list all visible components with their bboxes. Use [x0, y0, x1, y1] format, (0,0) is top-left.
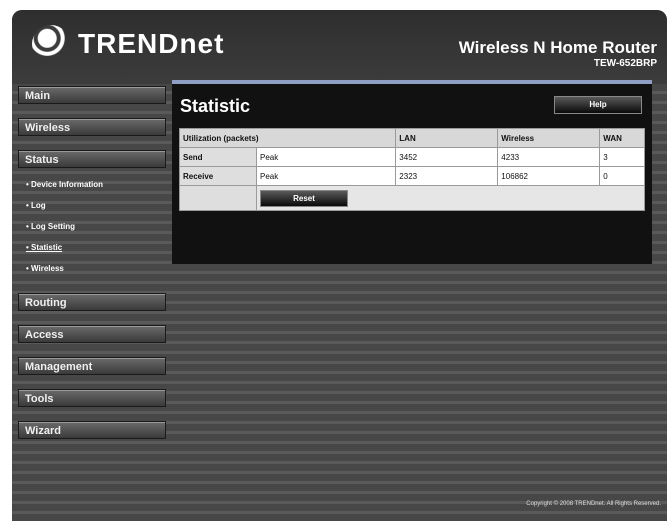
reset-cell: Reset [256, 185, 645, 211]
column-header-lan: LAN [395, 128, 499, 148]
cell-wan: 3 [599, 147, 645, 167]
cell-lan: 3452 [395, 147, 499, 167]
statistics-table: Utilization (packets) LAN Wireless WAN S… [178, 128, 645, 211]
submenu-label: Log [31, 201, 46, 210]
column-header-wan: WAN [599, 128, 645, 148]
cell-wireless: 4233 [497, 147, 601, 167]
row-label-receive: Receive [179, 166, 257, 186]
cell-peak: Peak [255, 147, 397, 167]
row-label-send: Send [179, 147, 257, 167]
submenu-device-information[interactable]: • Device Information [18, 174, 168, 195]
table-row: Send Peak 3452 4233 3 [179, 147, 645, 167]
submenu-label: Statistic [31, 243, 63, 252]
nav-wireless[interactable]: Wireless [18, 118, 166, 136]
submenu-wireless[interactable]: • Wireless [18, 258, 168, 279]
submenu-log[interactable]: • Log [18, 195, 168, 216]
page-title: Statistic [180, 96, 251, 116]
statistic-panel: Statistic Help Utilization (packets) LAN… [172, 80, 652, 264]
submenu-label: Log Setting [31, 222, 76, 231]
model-number: TEW-652BRP [593, 58, 657, 69]
nav-management[interactable]: Management [18, 357, 166, 375]
submenu-log-setting[interactable]: • Log Setting [18, 216, 168, 237]
sidebar-nav: Main Wireless Status • Device Informatio… [18, 86, 168, 453]
submenu-statistic[interactable]: • Statistic [18, 237, 168, 258]
cell-peak: Peak [255, 166, 397, 186]
table-action-row: Reset [179, 185, 645, 211]
logo-text: TRENDnet [78, 28, 225, 59]
column-header-wireless: Wireless [497, 128, 601, 148]
trendnet-logo-icon [32, 25, 70, 63]
cell-lan: 2323 [395, 166, 499, 186]
table-row: Receive Peak 2323 106862 0 [179, 166, 645, 186]
cell-wireless: 106862 [497, 166, 601, 186]
submenu-label: Wireless [31, 264, 64, 273]
nav-status[interactable]: Status [18, 150, 166, 168]
copyright-text: Copyright © 2008 TRENDnet. All Rights Re… [526, 501, 661, 507]
nav-access[interactable]: Access [18, 325, 166, 343]
help-button[interactable]: Help [554, 96, 642, 114]
table-header-row: Utilization (packets) LAN Wireless WAN [178, 128, 645, 148]
cell-wan: 0 [599, 166, 645, 186]
nav-tools[interactable]: Tools [18, 389, 166, 407]
header: TRENDnet Wireless N Home Router TEW-652B… [12, 10, 667, 84]
reset-button[interactable]: Reset [260, 189, 348, 207]
nav-wizard[interactable]: Wizard [18, 421, 166, 439]
product-name: Wireless N Home Router [458, 38, 657, 57]
status-submenu: • Device Information • Log • Log Setting… [18, 174, 168, 279]
submenu-label: Device Information [31, 180, 104, 189]
nav-routing[interactable]: Routing [18, 293, 166, 311]
empty-cell [179, 185, 257, 211]
column-header-utilization: Utilization (packets) [178, 128, 397, 148]
nav-main[interactable]: Main [18, 86, 166, 104]
